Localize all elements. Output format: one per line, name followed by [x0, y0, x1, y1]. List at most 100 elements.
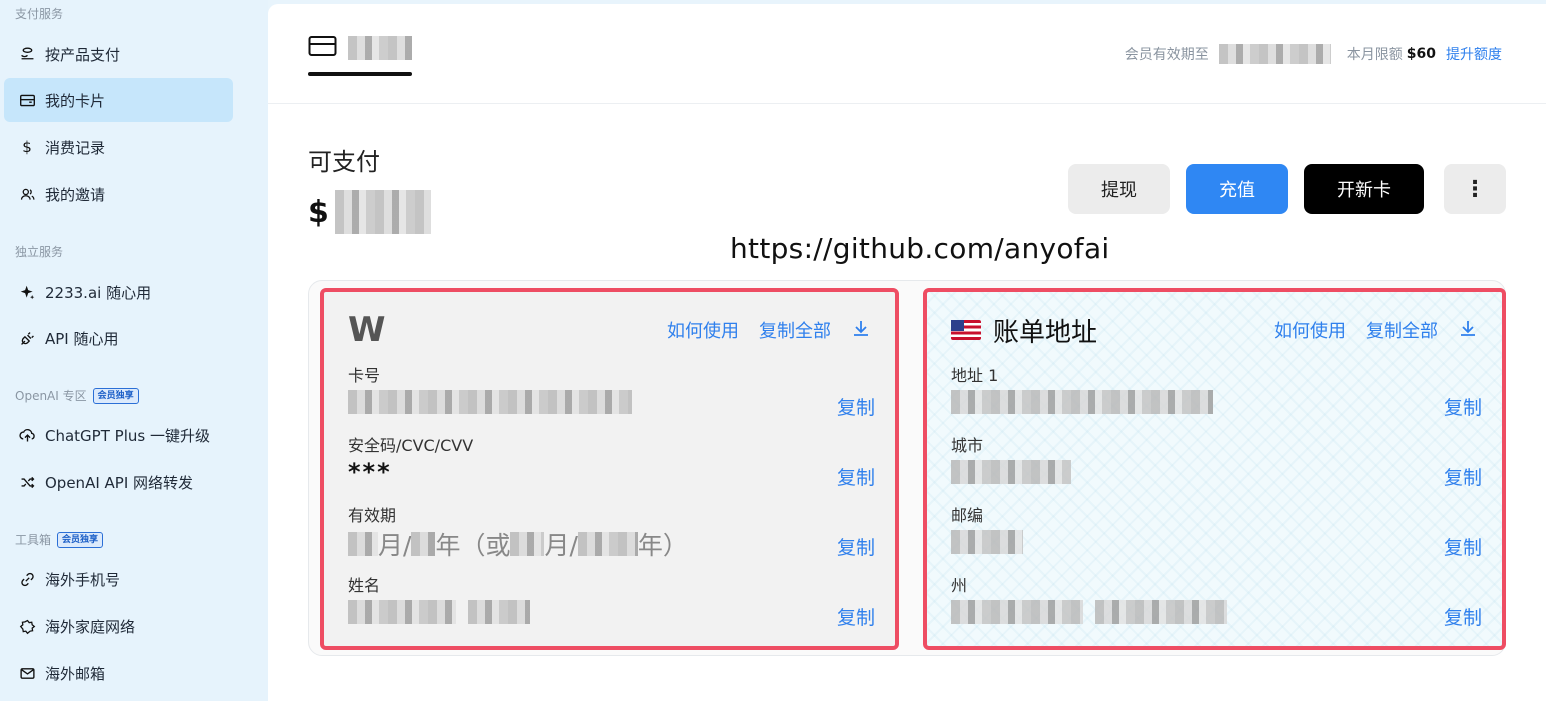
network-icon	[18, 617, 36, 635]
expiry-value: 月/ 年 （或 月/ 年）	[348, 526, 688, 562]
tab-bar: 会员有效期至 本月限额 $60 提升额度	[268, 4, 1546, 104]
copy-zip-button[interactable]: 复制	[1444, 533, 1482, 560]
card-number-redacted	[348, 390, 632, 414]
sidebar-item-api[interactable]: API 随心用	[4, 316, 233, 360]
sidebar-item-label: API 随心用	[45, 329, 119, 348]
section-title-payment: 支付服务	[15, 7, 64, 21]
new-card-button[interactable]: 开新卡	[1304, 164, 1424, 214]
address-label: 地址 1	[951, 366, 999, 385]
expiry-month-redacted	[348, 532, 378, 556]
sidebar-item-my-cards[interactable]: 我的卡片	[4, 78, 233, 122]
expiry-alt-year-label: 年）	[637, 531, 688, 560]
membership-info: 会员有效期至 本月限额 $60 提升额度	[1125, 44, 1502, 64]
state-redacted-1	[951, 600, 1083, 624]
expiry-month-sep: 月/	[378, 531, 412, 560]
sidebar-item-email[interactable]: 海外邮箱	[4, 651, 233, 695]
cvc-label: 安全码/CVC/CVV	[348, 436, 474, 455]
tab-label-redacted	[348, 36, 412, 60]
mail-icon	[18, 664, 36, 682]
card-details-panel: W 如何使用 复制全部 卡号 复制 安全码/CVC/CVV *** 复制 有效期…	[320, 288, 899, 650]
sidebar-item-home-network[interactable]: 海外家庭网络	[4, 604, 233, 648]
card-brand-logo: W	[348, 310, 385, 350]
expiry-alt-open: （或	[460, 531, 511, 560]
zip-value	[951, 530, 1023, 554]
download-icon[interactable]	[1458, 318, 1478, 343]
copy-all-button[interactable]: 复制全部	[759, 317, 831, 343]
link-icon	[18, 570, 36, 588]
member-expiry-label: 会员有效期至	[1124, 47, 1209, 63]
cardholder-name-value	[348, 600, 530, 624]
withdraw-button[interactable]: 提现	[1068, 164, 1170, 214]
sidebar-item-2233ai[interactable]: 2233.ai 随心用	[4, 270, 233, 314]
sidebar-item-label: 海外手机号	[45, 570, 121, 589]
expiry-alt-month-sep: 月/	[544, 531, 578, 560]
billing-header: 账单地址 如何使用 复制全部	[951, 310, 1478, 350]
card-icon	[308, 34, 338, 62]
section-title-independent: 独立服务	[15, 245, 64, 259]
city-redacted	[951, 460, 1071, 484]
sidebar: 支付服务 按产品支付 我的卡片 $ 消费记录 我的邀请 独立服务 2233.ai…	[0, 0, 268, 701]
balance-value: $	[308, 190, 431, 234]
raise-limit-link[interactable]: 提升额度	[1446, 44, 1502, 64]
main-panel: 会员有效期至 本月限额 $60 提升额度 可支付 $ 提现 充值 开新卡 ⋮ h…	[268, 4, 1546, 701]
sidebar-item-chatgpt-plus[interactable]: ChatGPT Plus 一键升级	[4, 413, 233, 457]
pay-icon	[18, 45, 36, 63]
sidebar-item-phone[interactable]: 海外手机号	[4, 557, 233, 601]
last-name-redacted	[468, 600, 530, 624]
card-number-value	[348, 390, 632, 414]
expiry-label: 有效期	[348, 506, 397, 525]
sidebar-item-my-invites[interactable]: 我的邀请	[4, 172, 233, 216]
copy-city-button[interactable]: 复制	[1444, 463, 1482, 490]
state-label: 州	[951, 576, 968, 595]
card-number-label: 卡号	[348, 366, 381, 385]
state-redacted-2	[1095, 600, 1227, 624]
city-label: 城市	[951, 436, 984, 455]
zip-redacted	[951, 530, 1023, 554]
more-options-button[interactable]: ⋮	[1444, 164, 1506, 214]
copy-state-button[interactable]: 复制	[1444, 603, 1482, 630]
expiry-alt-year-redacted	[577, 532, 638, 556]
download-icon[interactable]	[851, 318, 871, 343]
vip-badge: 会员独享	[57, 531, 104, 548]
member-expiry-redacted	[1218, 44, 1331, 64]
copy-address-button[interactable]: 复制	[1444, 393, 1482, 420]
cvc-value: ***	[348, 458, 392, 486]
vip-badge: 会员独享	[92, 387, 139, 404]
expiry-year-redacted	[411, 532, 436, 556]
billing-address-panel: 账单地址 如何使用 复制全部 地址 1 复制 城市 复制 邮编 复制 州 复制	[923, 288, 1506, 650]
currency-symbol: $	[308, 194, 329, 230]
address-redacted	[951, 390, 1213, 414]
copy-card-number-button[interactable]: 复制	[837, 393, 875, 420]
sidebar-item-label: 按产品支付	[45, 45, 121, 64]
sidebar-item-label: ChatGPT Plus 一键升级	[45, 426, 210, 445]
first-name-redacted	[348, 600, 456, 624]
sidebar-item-label: 2233.ai 随心用	[45, 283, 152, 302]
section-title-toolbox: 工具箱 会员独享	[15, 531, 104, 548]
sidebar-item-label: 我的卡片	[45, 91, 106, 110]
sidebar-item-label: 我的邀请	[45, 185, 106, 204]
copy-all-button[interactable]: 复制全部	[1366, 317, 1438, 343]
sparkle-icon	[18, 283, 36, 301]
state-value	[951, 600, 1227, 624]
sidebar-item-pay-by-product[interactable]: 按产品支付	[4, 32, 233, 76]
sidebar-item-spending-records[interactable]: $ 消费记录	[4, 125, 233, 169]
how-to-use-link[interactable]: 如何使用	[1274, 317, 1346, 343]
expiry-year-label: 年	[435, 531, 461, 560]
card-details-header: W 如何使用 复制全部	[348, 310, 871, 350]
monthly-limit-amount: $60	[1406, 46, 1436, 62]
us-flag-icon	[951, 320, 981, 340]
watermark-url: https://github.com/anyofai	[730, 232, 1110, 265]
copy-cvc-button[interactable]: 复制	[837, 463, 875, 490]
copy-expiry-button[interactable]: 复制	[837, 533, 875, 560]
how-to-use-link[interactable]: 如何使用	[667, 317, 739, 343]
balance-redacted	[334, 190, 431, 234]
zip-label: 邮编	[951, 506, 984, 525]
sidebar-item-label: OpenAI API 网络转发	[45, 473, 194, 492]
dollar-icon: $	[22, 138, 32, 156]
sidebar-item-openai-api-forward[interactable]: OpenAI API 网络转发	[4, 460, 233, 504]
sidebar-item-label: 海外邮箱	[45, 664, 106, 683]
recharge-button[interactable]: 充值	[1186, 164, 1288, 214]
copy-name-button[interactable]: 复制	[837, 603, 875, 630]
cardholder-name-label: 姓名	[348, 576, 381, 595]
sidebar-item-label: 消费记录	[45, 138, 106, 157]
